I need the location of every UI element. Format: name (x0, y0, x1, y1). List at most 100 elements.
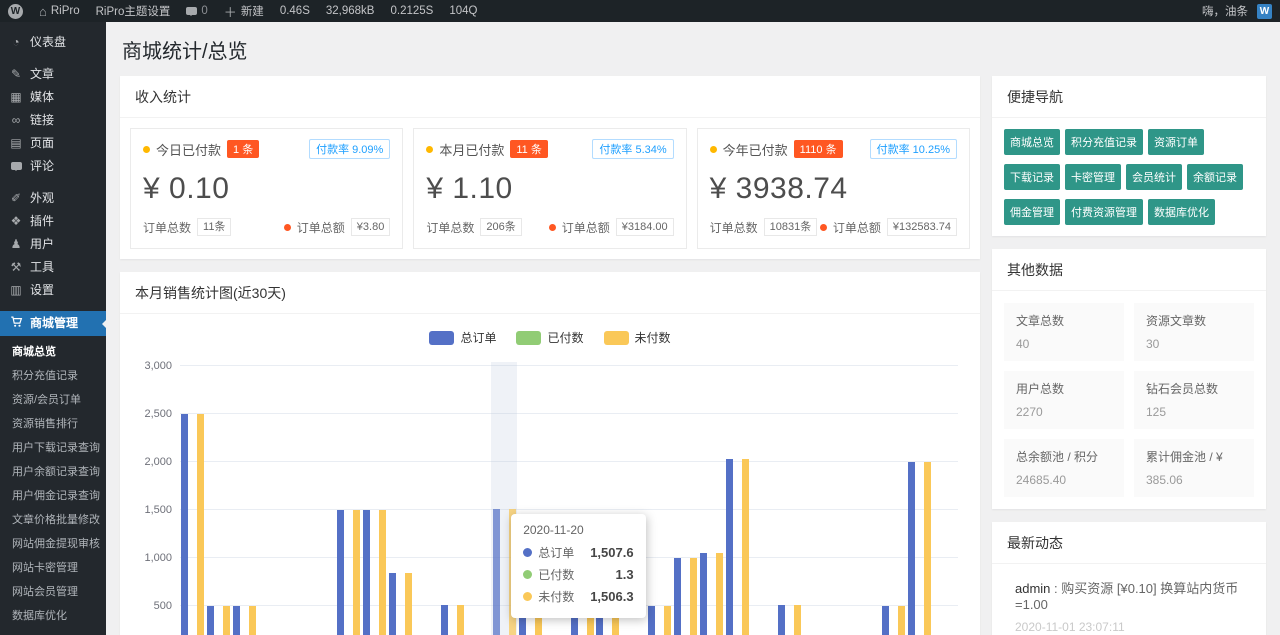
bar (700, 553, 707, 635)
sidebar-item-pages[interactable]: ▤ 页面 (0, 132, 106, 155)
bar-group[interactable] (673, 366, 699, 635)
nav-button-download-records[interactable]: 下载记录 (1004, 164, 1060, 190)
month-paid-card: 本月已付款 11 条 付款率 5.34% ¥ 1.10 订单总数 206条 订单… (413, 128, 686, 249)
activity-item: admin : 购买资源 [¥0.10] 换算站内货币=1.00 2020-11… (1007, 566, 1251, 635)
legend-item-total-orders[interactable]: 总订单 (429, 329, 496, 346)
account-menu[interactable]: 嗨，油条 W (1194, 0, 1280, 22)
submenu-batch-price-edit[interactable]: 文章价格批量修改 (0, 507, 106, 531)
submenu-balance-records[interactable]: 用户余额记录查询 (0, 459, 106, 483)
nav-button-card-key[interactable]: 卡密管理 (1065, 164, 1121, 190)
stat-box-commission-pool: 累计佣金池 / ¥ 385.06 (1134, 439, 1254, 497)
sidebar-item-settings[interactable]: ▥ 设置 (0, 279, 106, 302)
y-axis-tick: 2,000 (144, 456, 172, 468)
bar-group[interactable] (180, 366, 206, 635)
bar (197, 414, 204, 635)
bar-group[interactable] (388, 366, 414, 635)
submenu-resource-orders[interactable]: 资源/会员订单 (0, 387, 106, 411)
sales-chart-card: 本月销售统计图(近30天) 总订单 已付数 未付数 (120, 272, 980, 635)
bar (181, 414, 188, 635)
bar-group[interactable] (336, 366, 362, 635)
bar-group[interactable] (880, 366, 906, 635)
sidebar-item-media[interactable]: ▦ 媒体 (0, 86, 106, 109)
submenu-download-records[interactable]: 用户下载记录查询 (0, 435, 106, 459)
bar-group[interactable] (828, 366, 854, 635)
greeting: 嗨，油条 (1202, 3, 1248, 19)
tooltip-dot (523, 570, 532, 579)
count-badge: 1110 条 (794, 140, 843, 158)
page-title: 商城统计/总览 (122, 35, 1266, 64)
amount-value: ¥ 0.10 (143, 172, 390, 206)
bar-group[interactable] (906, 366, 932, 635)
sidebar-item-tools[interactable]: ⚒ 工具 (0, 256, 106, 279)
sidebar-item-appearance[interactable]: ✐ 外观 (0, 187, 106, 210)
stat-box-total-users: 用户总数 2270 (1004, 371, 1124, 429)
submenu-withdraw-review[interactable]: 网站佣金提现审核 (0, 531, 106, 555)
legend-item-unpaid[interactable]: 未付数 (604, 329, 671, 346)
bar-group[interactable] (439, 366, 465, 635)
legend-swatch (604, 331, 629, 345)
wordpress-menu[interactable]: W (0, 0, 31, 22)
nav-button-points-recharge[interactable]: 积分充值记录 (1065, 129, 1143, 155)
bar-group[interactable] (932, 366, 958, 635)
bar (389, 573, 396, 635)
sidebar-item-users[interactable]: ♟ 用户 (0, 233, 106, 256)
bar-group[interactable] (465, 366, 491, 635)
nav-button-member-stats[interactable]: 会员统计 (1126, 164, 1182, 190)
bar-group[interactable] (310, 366, 336, 635)
bar-group[interactable] (362, 366, 388, 635)
nav-button-commission[interactable]: 佣金管理 (1004, 199, 1060, 225)
bullet-icon (710, 146, 717, 153)
sidebar-item-dashboard[interactable]: ◔ 仪表盘 (0, 31, 106, 54)
bar-group[interactable] (777, 366, 803, 635)
submenu-shop-overview[interactable]: 商城总览 (0, 339, 106, 363)
sidebar-item-posts[interactable]: ✎ 文章 (0, 63, 106, 86)
latest-activity-card: 最新动态 admin : 购买资源 [¥0.10] 换算站内货币=1.00 20… (992, 522, 1266, 635)
nav-button-db-optimize[interactable]: 数据库优化 (1148, 199, 1215, 225)
bar (648, 606, 655, 635)
bar (674, 558, 681, 635)
bar (716, 553, 723, 635)
bar-group[interactable] (854, 366, 880, 635)
sidebar-item-comments[interactable]: 评论 (0, 155, 106, 178)
submenu-member-manage[interactable]: 网站会员管理 (0, 579, 106, 603)
cart-icon (9, 316, 23, 331)
submenu-commission-records[interactable]: 用户佣金记录查询 (0, 483, 106, 507)
new-content-link[interactable]: ＋ 新建 (216, 0, 272, 22)
bar-group[interactable] (803, 366, 829, 635)
bar-group[interactable] (725, 366, 751, 635)
bar-group[interactable] (413, 366, 439, 635)
legend-item-paid[interactable]: 已付数 (516, 329, 583, 346)
orders-value: 11条 (197, 218, 231, 236)
comments-icon (186, 7, 197, 15)
comments-link[interactable]: 0 (178, 0, 215, 22)
comments-icon (9, 160, 23, 173)
site-link[interactable]: ⌂ RiPro (31, 0, 88, 22)
sidebar-item-links[interactable]: ∞ 链接 (0, 109, 106, 132)
submenu-sales-ranking[interactable]: 资源销售排行 (0, 411, 106, 435)
perf-stat-memory: 32,968kB (318, 5, 383, 17)
nav-button-shop-overview[interactable]: 商城总览 (1004, 129, 1060, 155)
settings-icon: ▥ (9, 284, 23, 297)
bar-group[interactable] (258, 366, 284, 635)
tooltip-dot (523, 592, 532, 601)
today-paid-card: 今日已付款 1 条 付款率 9.09% ¥ 0.10 订单总数 11条 订单总额… (130, 128, 403, 249)
sidebar-item-plugins[interactable]: ❖ 插件 (0, 210, 106, 233)
income-card-title: 收入统计 (120, 76, 980, 118)
bar-group[interactable] (232, 366, 258, 635)
bar-group[interactable] (699, 366, 725, 635)
bar-group[interactable] (206, 366, 232, 635)
submenu-card-key-manage[interactable]: 网站卡密管理 (0, 555, 106, 579)
nav-button-resource-orders[interactable]: 资源订单 (1148, 129, 1204, 155)
bar (405, 573, 412, 635)
nav-button-paid-resources[interactable]: 付费资源管理 (1065, 199, 1143, 225)
theme-settings-link[interactable]: RiPro主题设置 (88, 0, 179, 22)
nav-button-balance-records[interactable]: 余额记录 (1187, 164, 1243, 190)
count-badge: 1 条 (227, 140, 259, 158)
latest-activity-title: 最新动态 (992, 522, 1266, 564)
bar-group[interactable] (647, 366, 673, 635)
bar-group[interactable] (284, 366, 310, 635)
submenu-points-recharge[interactable]: 积分充值记录 (0, 363, 106, 387)
sidebar-item-shop-manage[interactable]: 商城管理 (0, 311, 106, 336)
bar-group[interactable] (751, 366, 777, 635)
submenu-db-optimize[interactable]: 数据库优化 (0, 603, 106, 627)
